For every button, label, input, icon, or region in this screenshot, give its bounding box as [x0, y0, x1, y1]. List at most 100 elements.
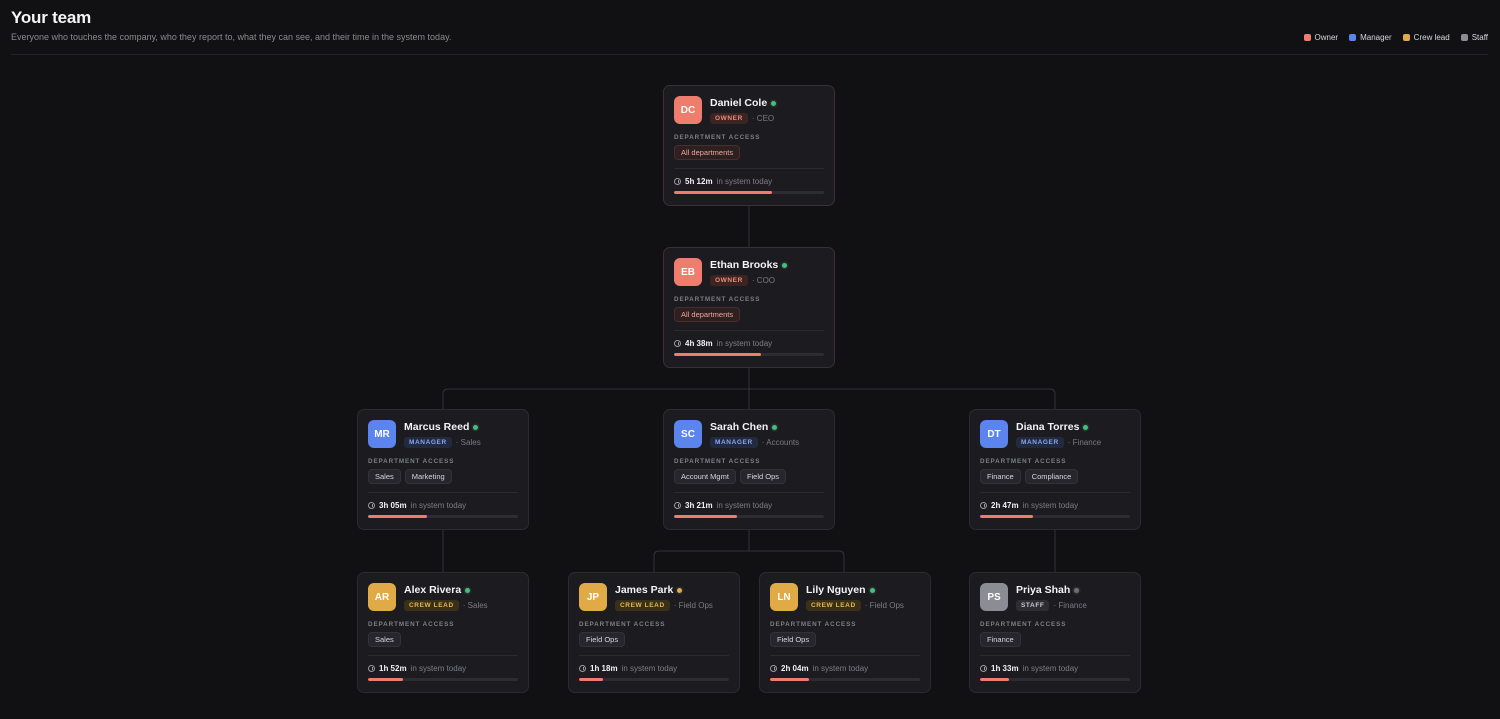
away-status-icon [677, 587, 683, 593]
access-tag: Field Ops [579, 632, 626, 647]
time-suffix: in system today [410, 501, 467, 510]
clock-icon [674, 340, 681, 347]
member-card-ethan-brooks[interactable]: EB Ethan Brooks OWNER · COO DEPARTMENT AC… [663, 247, 835, 368]
clock-icon [368, 665, 375, 672]
member-card-alex-rivera[interactable]: AR Alex Rivera CREW LEAD · Sales DEPARTME… [357, 572, 529, 693]
time-value: 1h 33m [991, 664, 1019, 673]
member-card-priya-shah[interactable]: PS Priya Shah STAFF · Finance DEPARTMENT … [969, 572, 1141, 693]
role-title: · COO [751, 276, 776, 285]
page-subtitle: Everyone who touches the company, who th… [11, 32, 452, 42]
connector-ethan-managers [442, 368, 1056, 410]
access-tag: Finance [980, 469, 1021, 484]
time-value: 3h 05m [379, 501, 407, 510]
time-progress-fill [579, 678, 603, 681]
legend-swatch-manager [1349, 34, 1357, 41]
time-progress-fill [674, 353, 761, 356]
card-divider [674, 330, 824, 331]
legend-swatch-staff [1460, 34, 1468, 41]
avatar: SC [674, 420, 702, 448]
time-progress-bar [579, 678, 729, 681]
connector-sarah-crew [653, 530, 845, 572]
access-label: DEPARTMENT ACCESS [770, 621, 857, 628]
role-badge: STAFF [1016, 600, 1050, 611]
member-name: Daniel Cole [710, 97, 768, 109]
access-label: DEPARTMENT ACCESS [980, 458, 1067, 465]
time-value: 1h 18m [590, 664, 618, 673]
role-title: · Sales [455, 438, 481, 447]
avatar: EB [674, 258, 702, 286]
online-status-icon [1083, 424, 1089, 430]
role-title: · CEO [751, 114, 775, 123]
legend-label: Manager [1360, 33, 1392, 42]
member-card-sarah-chen[interactable]: SC Sarah Chen MANAGER · Accounts DEPARTME… [663, 409, 835, 530]
clock-icon [674, 502, 681, 509]
time-progress-bar [674, 515, 824, 518]
time-progress-bar [980, 678, 1130, 681]
legend-item-owner: Owner [1303, 33, 1339, 42]
member-name: Diana Torres [1016, 421, 1080, 433]
time-progress-bar [674, 191, 824, 194]
member-name: Priya Shah [1016, 584, 1071, 596]
time-value: 2h 04m [781, 664, 809, 673]
card-divider [579, 655, 729, 656]
time-progress-bar [980, 515, 1130, 518]
card-divider [674, 168, 824, 169]
access-tag: Finance [980, 632, 1021, 647]
legend-item-crew-lead: Crew lead [1402, 33, 1450, 42]
legend-label: Crew lead [1413, 33, 1450, 42]
legend-swatch-owner [1303, 34, 1311, 41]
avatar: DT [980, 420, 1008, 448]
time-value: 4h 38m [685, 339, 713, 348]
avatar: PS [980, 583, 1008, 611]
role-title: · Finance [1067, 438, 1102, 447]
page-title: Your team [11, 8, 92, 27]
page-header: Your team Everyone who touches the compa… [11, 8, 1488, 42]
time-progress-bar [368, 678, 518, 681]
role-badge: OWNER [710, 113, 748, 124]
clock-icon [980, 665, 987, 672]
clock-icon [368, 502, 375, 509]
role-title: · Finance [1053, 601, 1087, 610]
role-badge: CREW LEAD [404, 600, 459, 611]
time-suffix: in system today [1022, 664, 1079, 673]
time-suffix: in system today [1022, 501, 1079, 510]
member-name: Sarah Chen [710, 421, 769, 433]
role-title: · Field Ops [864, 601, 904, 610]
time-progress-fill [674, 515, 737, 518]
time-progress-fill [674, 191, 772, 194]
time-suffix: in system today [812, 664, 869, 673]
online-status-icon [771, 100, 777, 106]
member-card-james-park[interactable]: JP James Park CREW LEAD · Field Ops DEPAR… [568, 572, 740, 693]
time-value: 2h 47m [991, 501, 1019, 510]
member-name: Alex Rivera [404, 584, 462, 596]
access-tag: All departments [674, 145, 741, 160]
role-title: · Field Ops [673, 601, 713, 610]
time-progress-fill [770, 678, 809, 681]
online-status-icon [465, 587, 471, 593]
clock-icon [980, 502, 987, 509]
member-card-marcus-reed[interactable]: MR Marcus Reed MANAGER · Sales DEPARTMENT… [357, 409, 529, 530]
access-tag: Field Ops [770, 632, 817, 647]
member-card-diana-torres[interactable]: DT Diana Torres MANAGER · Finance DEPARTM… [969, 409, 1141, 530]
time-progress-bar [770, 678, 920, 681]
avatar: DC [674, 96, 702, 124]
time-suffix: in system today [716, 501, 773, 510]
member-card-daniel-cole[interactable]: DC Daniel Cole OWNER · CEO DEPARTMENT ACC… [663, 85, 835, 206]
member-card-lily-nguyen[interactable]: LN Lily Nguyen CREW LEAD · Field Ops DEPA… [759, 572, 931, 693]
offline-status-icon [1074, 587, 1080, 593]
online-status-icon [869, 587, 875, 593]
role-badge: CREW LEAD [615, 600, 670, 611]
access-label: DEPARTMENT ACCESS [980, 621, 1067, 628]
clock-icon [770, 665, 777, 672]
card-divider [770, 655, 920, 656]
header-divider [11, 54, 1488, 55]
legend-label: Owner [1314, 33, 1339, 42]
access-label: DEPARTMENT ACCESS [674, 458, 761, 465]
avatar: AR [368, 583, 396, 611]
time-progress-fill [980, 515, 1033, 518]
access-tag: Sales [368, 632, 401, 647]
card-divider [368, 492, 518, 493]
role-title: · Sales [462, 601, 488, 610]
access-label: DEPARTMENT ACCESS [579, 621, 666, 628]
access-tag: Field Ops [739, 469, 787, 484]
